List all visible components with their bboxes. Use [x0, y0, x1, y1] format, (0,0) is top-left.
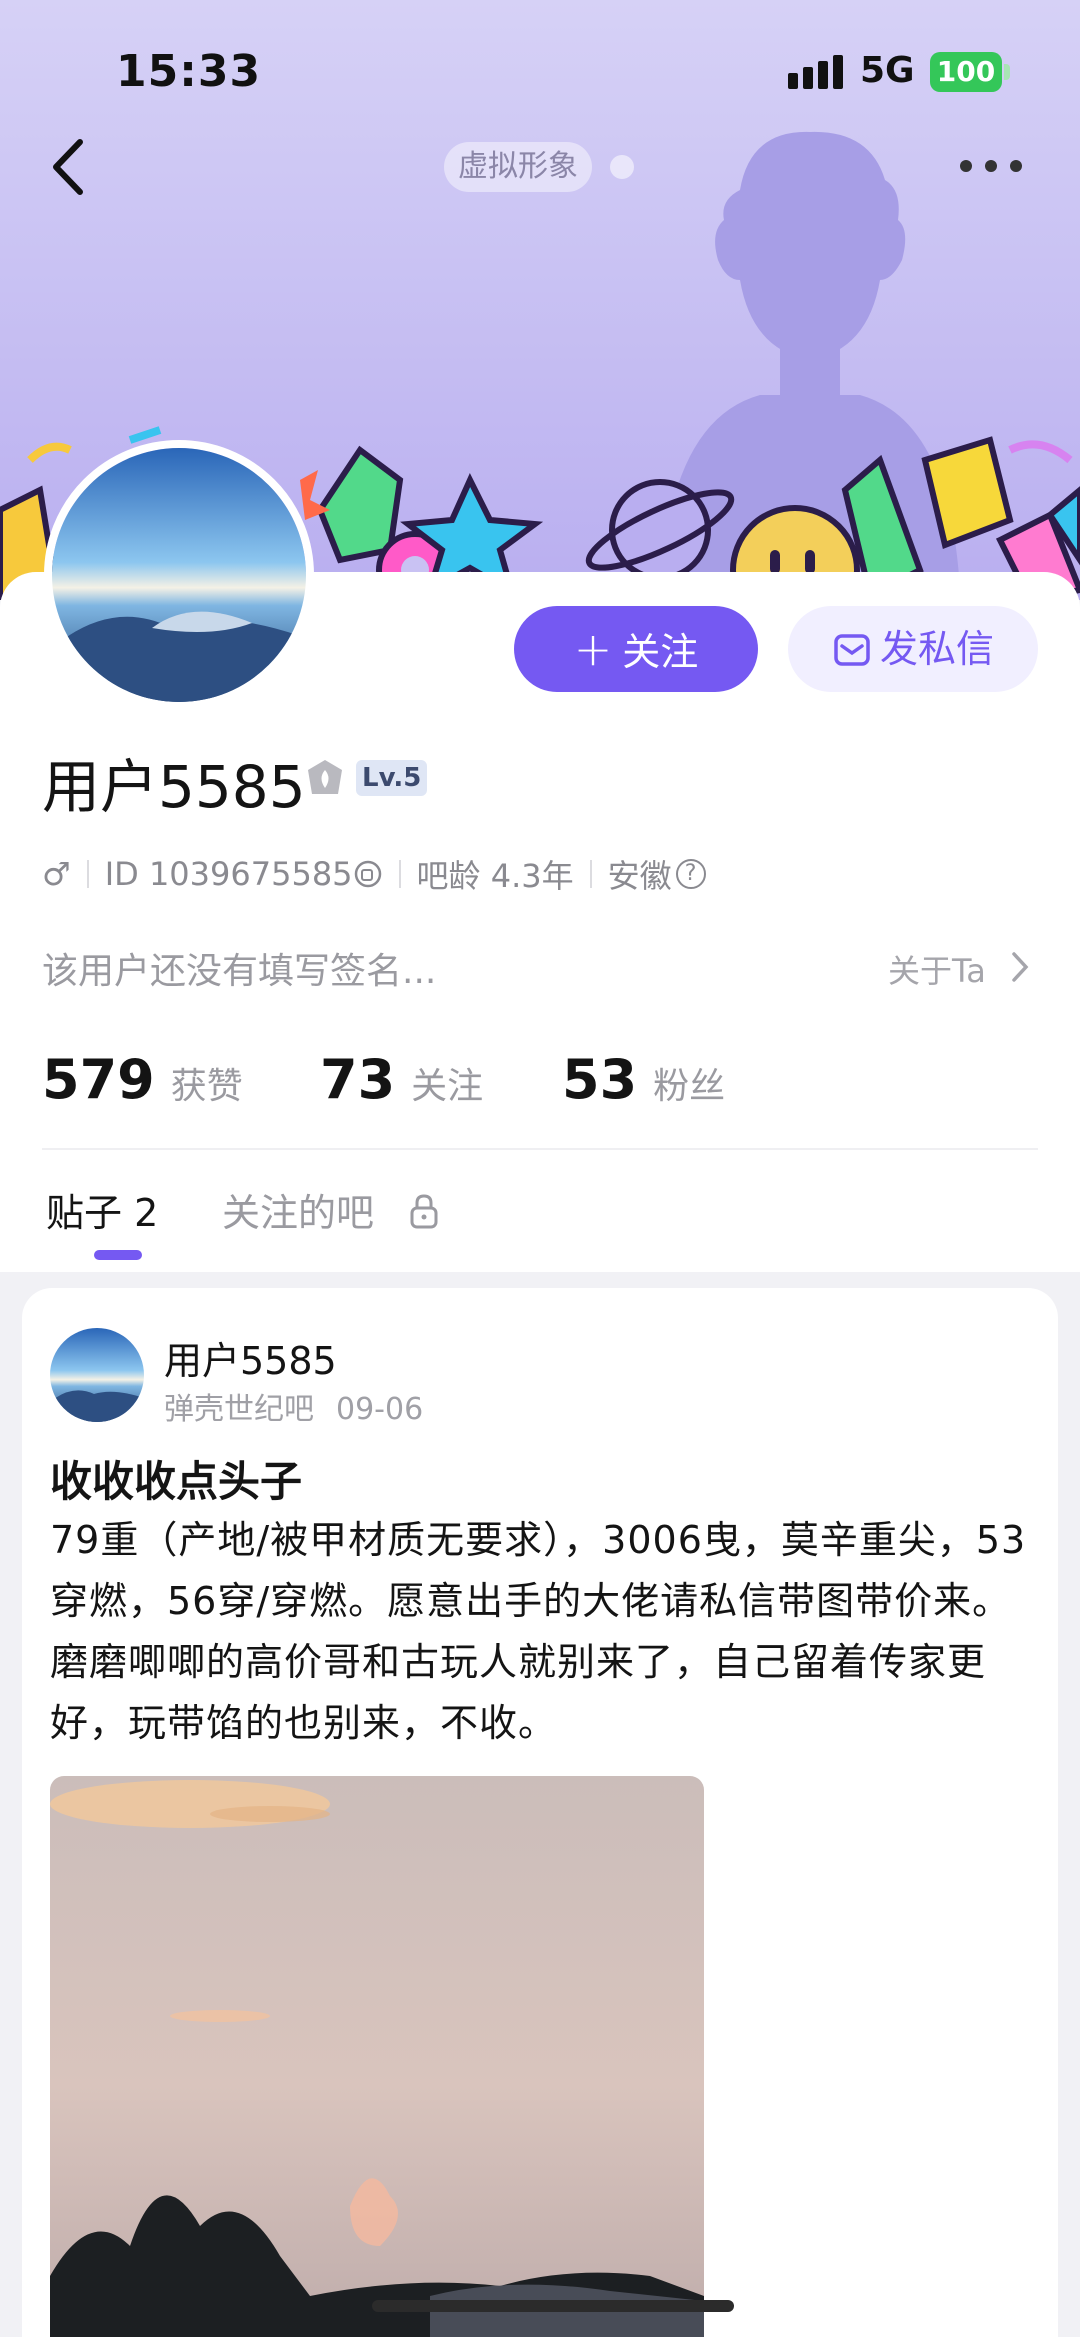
copy-icon[interactable]: [353, 859, 383, 889]
battery-icon: 100: [930, 52, 1002, 92]
follow-label: 关注: [622, 630, 699, 674]
status-bar: 15:33 5G 100: [0, 0, 1080, 130]
post-author-avatar[interactable]: [50, 1328, 144, 1422]
likes-count: 579: [42, 1048, 155, 1111]
separator: [589, 860, 592, 888]
back-arrow-icon[interactable]: [44, 132, 94, 202]
send-message-button[interactable]: 发私信: [788, 606, 1038, 692]
about-link[interactable]: 关于Ta: [888, 946, 986, 992]
post-body: 79重（产地/被甲材质无要求），3006曳，莫辛重尖，53穿燃，56穿/穿燃。愿…: [50, 1518, 1027, 1745]
bar-age: 吧龄 4.3年: [416, 857, 574, 895]
post-title: 收收收点头子: [50, 1457, 303, 1506]
tab-followed-bars[interactable]: 关注的吧: [222, 1182, 374, 1237]
plus-icon: +: [573, 622, 613, 676]
chevron-right-icon[interactable]: [1010, 950, 1030, 984]
profile-username: 用户5585: [42, 753, 306, 821]
more-options-icon[interactable]: [956, 148, 1026, 184]
lock-icon: [410, 1194, 438, 1229]
separator: [86, 860, 89, 888]
message-label: 发私信: [879, 627, 994, 671]
stat-fans[interactable]: 53 粉丝: [562, 1048, 725, 1111]
divider: [42, 1148, 1038, 1150]
home-indicator[interactable]: [372, 2300, 734, 2312]
rank-badge-icon: [308, 760, 342, 794]
follow-button[interactable]: + 关注: [514, 606, 758, 692]
status-time: 15:33: [116, 46, 262, 97]
profile-meta: ♂ ID 1039675585 吧龄 4.3年 安徽 ?: [42, 852, 706, 896]
likes-label: 获赞: [170, 1066, 243, 1107]
tag-dot: [610, 155, 634, 179]
mail-icon: [834, 634, 870, 666]
fans-count: 53: [562, 1048, 638, 1111]
separator: [398, 860, 401, 888]
virtual-avatar-tag[interactable]: 虚拟形象: [444, 142, 592, 192]
location: 安徽: [607, 857, 672, 895]
help-icon[interactable]: ?: [675, 859, 706, 889]
avatar-image: [52, 448, 306, 702]
user-avatar[interactable]: [44, 440, 314, 710]
level-badge: Lv.5: [356, 760, 428, 796]
user-id: ID 1039675585: [104, 855, 353, 893]
avatar-image: [50, 1328, 144, 1422]
post-meta: 弹壳世纪吧 09-06: [164, 1384, 423, 1428]
following-count: 73: [320, 1048, 396, 1111]
stat-likes[interactable]: 579 获赞: [42, 1048, 243, 1111]
network-type: 5G: [860, 50, 915, 91]
sunset-photo: [50, 1776, 704, 2337]
following-label: 关注: [411, 1066, 484, 1107]
gender-male-icon: ♂: [42, 855, 71, 893]
battery-tip: [1004, 64, 1010, 80]
fans-label: 粉丝: [653, 1066, 726, 1107]
post-card[interactable]: 用户5585 弹壳世纪吧 09-06 收收收点头子 79重（产地/被甲材质无要求）…: [22, 1288, 1058, 2337]
tab-posts[interactable]: 贴子 2: [46, 1182, 158, 1237]
post-image[interactable]: [50, 1776, 704, 2337]
post-author-name[interactable]: 用户5585: [164, 1330, 337, 1385]
active-tab-indicator: [94, 1250, 142, 1260]
signal-strength-icon: [788, 55, 843, 89]
post-date: 09-06: [336, 1392, 424, 1427]
post-forum[interactable]: 弹壳世纪吧: [164, 1392, 314, 1427]
user-signature: 该用户还没有填写签名...: [42, 951, 437, 992]
stat-following[interactable]: 73 关注: [320, 1048, 483, 1111]
